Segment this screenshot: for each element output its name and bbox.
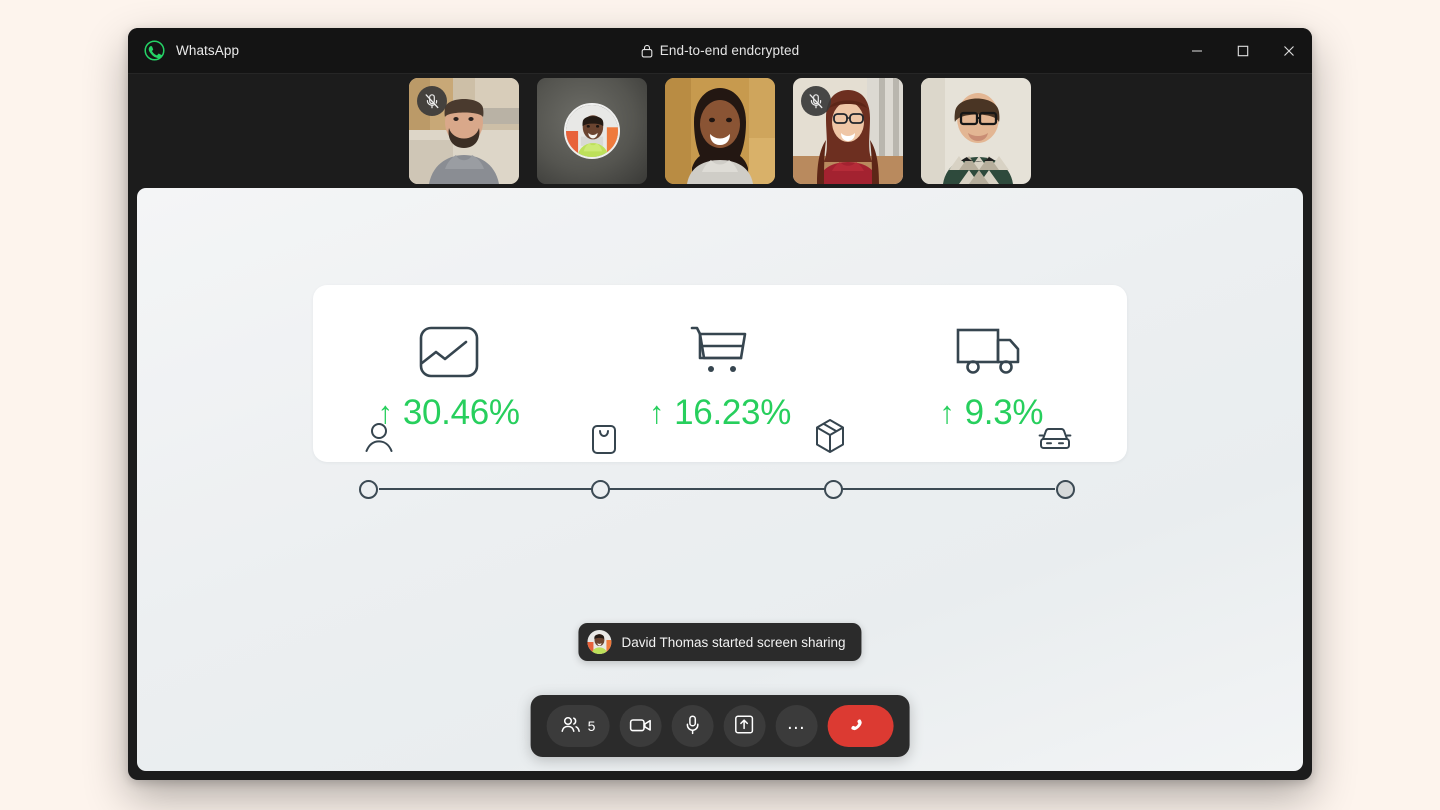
lock-icon xyxy=(641,44,653,58)
shopping-bag-icon xyxy=(584,422,624,454)
participant-tile[interactable] xyxy=(921,78,1031,184)
toast-avatar xyxy=(587,630,612,654)
encryption-label: End-to-end endcrypted xyxy=(659,43,800,58)
window-controls xyxy=(1174,28,1312,73)
people-icon xyxy=(561,716,581,736)
image-chart-icon xyxy=(419,321,479,383)
more-options-button[interactable]: … xyxy=(775,705,818,747)
timeline-dots xyxy=(359,478,1075,500)
share-screen-icon xyxy=(735,715,754,737)
participant-filmstrip xyxy=(128,74,1312,188)
whatsapp-logo-icon xyxy=(144,40,165,61)
participant-tile[interactable] xyxy=(537,78,647,184)
timeline-dot-active[interactable] xyxy=(1055,479,1075,499)
participant-avatar xyxy=(564,103,620,159)
share-screen-button[interactable] xyxy=(723,705,766,747)
participant-video xyxy=(665,78,775,184)
mic-off-icon xyxy=(417,86,447,116)
participants-count: 5 xyxy=(587,718,596,734)
participant-tile[interactable] xyxy=(409,78,519,184)
toast-message: David Thomas started screen sharing xyxy=(621,634,846,650)
titlebar-left: WhatsApp xyxy=(128,40,239,61)
titlebar: WhatsApp End-to-end endcrypted xyxy=(128,28,1312,74)
mic-off-icon xyxy=(801,86,831,116)
order-progress-timeline xyxy=(359,410,1075,506)
minimize-button[interactable] xyxy=(1174,28,1220,74)
end-call-button[interactable] xyxy=(827,705,894,747)
maximize-button[interactable] xyxy=(1220,28,1266,74)
encryption-indicator: End-to-end endcrypted xyxy=(128,43,1312,58)
close-button[interactable] xyxy=(1266,28,1312,74)
timeline-dot[interactable] xyxy=(591,479,611,499)
timeline-icons xyxy=(359,410,1075,454)
timeline-dot[interactable] xyxy=(359,479,378,499)
camera-button[interactable] xyxy=(619,705,662,747)
shopping-cart-icon xyxy=(689,321,751,383)
participants-button[interactable]: 5 xyxy=(546,705,610,747)
app-title: WhatsApp xyxy=(176,43,240,58)
video-camera-icon xyxy=(629,717,651,736)
car-icon xyxy=(1035,424,1075,454)
end-call-icon xyxy=(847,712,873,741)
person-icon xyxy=(359,422,399,454)
timeline-track xyxy=(359,478,1075,500)
call-controls: 5 … xyxy=(530,695,910,757)
microphone-icon xyxy=(684,714,700,738)
microphone-button[interactable] xyxy=(671,705,714,747)
participant-video xyxy=(921,78,1031,184)
whatsapp-call-window: WhatsApp End-to-end endcrypted ↑ 30.46% … xyxy=(128,28,1312,780)
delivery-truck-icon xyxy=(956,321,1026,383)
shared-screen-stage[interactable]: ↑ 30.46% ↑ 16.23% ↑ 9.3% David Thomas st… xyxy=(137,188,1303,771)
screen-share-toast: David Thomas started screen sharing xyxy=(578,623,862,661)
participant-tile[interactable] xyxy=(793,78,903,184)
timeline-dot[interactable] xyxy=(823,479,843,499)
package-box-icon xyxy=(810,418,850,454)
participant-tile[interactable] xyxy=(665,78,775,184)
